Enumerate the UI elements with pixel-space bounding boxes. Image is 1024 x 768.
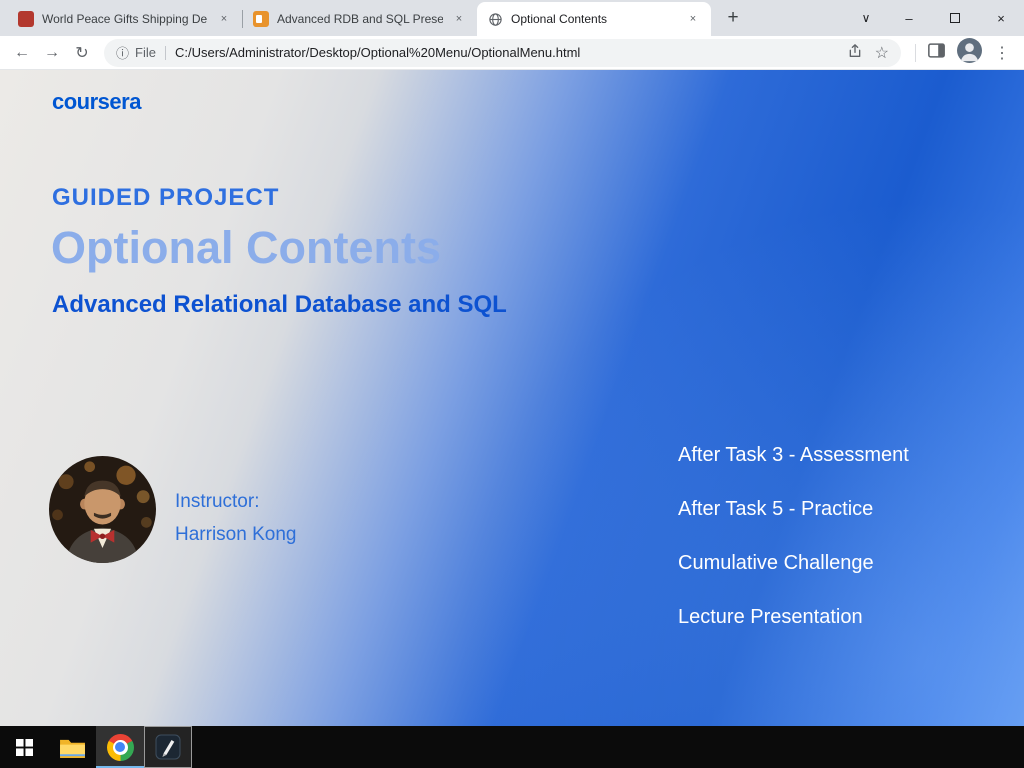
chrome-icon [106,733,134,761]
minimize-button[interactable]: – [886,0,932,36]
page-title: Optional Contents [51,222,441,273]
course-subtitle: Advanced Relational Database and SQL [52,291,507,318]
tab-world-peace-gifts[interactable]: World Peace Gifts Shipping Depa × [8,2,242,36]
menu-item-after-task5-practice[interactable]: After Task 5 - Practice [678,496,909,522]
address-actions: ☆ [847,43,889,63]
instructor-label: Instructor: [175,491,260,512]
tab-title: Optional Contents [511,12,608,26]
side-panel-icon[interactable] [928,42,945,63]
instructor-name: Harrison Kong [175,524,297,545]
pen-app-icon [155,734,181,760]
coursera-logo: coursera [52,89,141,114]
page-content: coursera GUIDED PROJECT Optional Content… [0,70,1024,726]
new-tab-button[interactable]: + [719,4,747,32]
reload-icon[interactable]: ↻ [68,39,96,67]
tab-optional-contents[interactable]: Optional Contents × [477,2,711,36]
instructor-avatar [49,456,156,563]
windows-taskbar [0,726,1024,768]
menu-item-after-task3-assessment[interactable]: After Task 3 - Assessment [678,442,909,468]
tab-close-icon[interactable]: × [216,11,232,27]
start-button[interactable] [0,726,48,768]
presentation-favicon-icon [253,11,269,27]
globe-favicon-icon [487,11,503,27]
back-icon[interactable]: ← [8,39,36,67]
menu-item-lecture-presentation[interactable]: Lecture Presentation [678,604,909,630]
address-url[interactable]: C:/Users/Administrator/Desktop/Optional%… [175,45,839,60]
chrome-taskbar-button[interactable] [96,726,144,768]
windows-logo-icon [15,738,33,756]
guided-project-label: GUIDED PROJECT [52,184,280,211]
window-controls: ∨ – × [846,0,1024,36]
file-explorer-button[interactable] [48,726,96,768]
toolbar-divider [915,43,916,62]
profile-avatar-icon[interactable] [957,37,982,68]
maximize-restore-button[interactable] [932,0,978,36]
tab-search-chevron-icon[interactable]: ∨ [846,0,886,36]
toolbar-right: ⋮ [909,37,1016,68]
forward-icon[interactable]: → [38,39,66,67]
restore-icon [950,13,960,23]
instructor-block: Instructor: Harrison Kong [175,491,296,546]
tab-title: World Peace Gifts Shipping Depa [42,12,208,26]
address-divider [164,45,166,60]
tab-close-icon[interactable]: × [685,11,701,27]
menu-item-cumulative-challenge[interactable]: Cumulative Challenge [678,550,909,576]
page-info-icon[interactable]: ⓘ [116,43,129,62]
browser-menu-icon[interactable]: ⋮ [994,43,1010,63]
file-scheme-label: File [135,45,156,60]
gift-favicon-icon [18,11,34,27]
tab-bar: World Peace Gifts Shipping Depa × Advanc… [0,0,1024,36]
window-close-button[interactable]: × [978,0,1024,36]
share-icon[interactable] [847,43,863,62]
editor-app-button[interactable] [144,726,192,768]
folder-icon [59,739,85,758]
optional-contents-menu: After Task 3 - Assessment After Task 5 -… [678,442,909,658]
browser-toolbar: ← → ↻ ⓘ File C:/Users/Administrator/Desk… [0,36,1024,70]
browser-window: World Peace Gifts Shipping Depa × Advanc… [0,0,1024,768]
tab-close-icon[interactable]: × [451,11,467,27]
address-bar[interactable]: ⓘ File C:/Users/Administrator/Desktop/Op… [104,38,901,67]
tab-advanced-rdb[interactable]: Advanced RDB and SQL Presenta × [243,2,477,36]
tab-title: Advanced RDB and SQL Presenta [277,12,443,26]
bookmark-star-icon[interactable]: ☆ [875,43,889,63]
